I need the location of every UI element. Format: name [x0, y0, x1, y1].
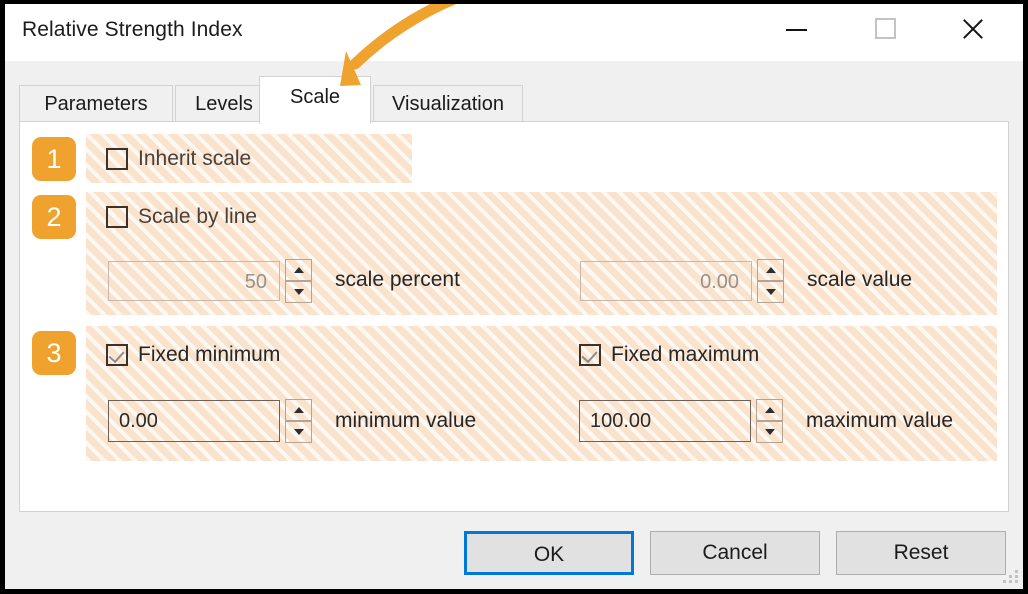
fixed-minimum-label: Fixed minimum: [138, 343, 281, 366]
scale-by-line-label: Scale by line: [138, 205, 258, 228]
step-badge-1: 1: [32, 137, 76, 181]
close-button[interactable]: [948, 4, 1010, 54]
minimum-value-input[interactable]: 0.00: [108, 400, 280, 442]
step-badge-2: 2: [32, 195, 76, 239]
scale-value-spinner[interactable]: [757, 259, 784, 303]
fixed-minimum-checkbox[interactable]: [106, 344, 128, 366]
title-bar: Relative Strength Index: [5, 4, 1023, 61]
scale-percent-input[interactable]: 50: [108, 261, 280, 301]
window-title: Relative Strength Index: [22, 18, 243, 41]
maximize-button[interactable]: [857, 4, 919, 54]
scale-percent-spinner-up[interactable]: [285, 259, 312, 281]
scale-value-spinner-down[interactable]: [757, 281, 784, 303]
step-badge-3: 3: [32, 331, 76, 375]
scale-value-spinner-up[interactable]: [757, 259, 784, 281]
dialog-window: Relative Strength Index Parameters Level…: [5, 4, 1023, 589]
tab-visualization[interactable]: Visualization: [373, 85, 523, 123]
ok-button[interactable]: OK: [464, 531, 634, 575]
maximum-value-spinner-down[interactable]: [756, 421, 783, 443]
inherit-scale-label: Inherit scale: [138, 147, 252, 170]
tab-parameters[interactable]: Parameters: [19, 85, 173, 123]
minimum-value-spinner[interactable]: [285, 399, 312, 443]
tab-scale[interactable]: Scale: [259, 76, 371, 124]
minimum-value-spinner-up[interactable]: [285, 399, 312, 421]
maximum-value-spinner[interactable]: [756, 399, 783, 443]
minimize-button[interactable]: [770, 4, 832, 54]
dialog-body: Parameters Levels Scale Visualization 1 …: [5, 61, 1023, 589]
inherit-scale-checkbox[interactable]: [106, 148, 128, 170]
caret-up-icon: [293, 267, 304, 273]
close-icon: [960, 16, 986, 42]
scale-value-unit-label: scale value: [807, 268, 913, 291]
caret-down-icon: [765, 289, 776, 295]
minimum-value-unit-label: minimum value: [335, 409, 477, 432]
caret-up-icon: [764, 407, 775, 413]
fixed-maximum-checkbox[interactable]: [579, 344, 601, 366]
resize-grip[interactable]: [1003, 570, 1019, 586]
fixed-maximum-label: Fixed maximum: [611, 343, 760, 366]
minimize-icon: [786, 29, 807, 31]
minimum-value-spinner-down[interactable]: [285, 421, 312, 443]
reset-button[interactable]: Reset: [836, 531, 1006, 575]
scale-tab-panel: 1 Inherit scale 2 Scale by line 50 scale…: [19, 121, 1009, 512]
caret-down-icon: [293, 289, 304, 295]
cancel-button[interactable]: Cancel: [650, 531, 820, 575]
maximum-value-spinner-up[interactable]: [756, 399, 783, 421]
maximum-value-input[interactable]: 100.00: [579, 400, 751, 442]
scale-value-input[interactable]: 0.00: [580, 261, 752, 301]
tab-strip: Parameters Levels Scale Visualization: [19, 76, 1009, 124]
scale-percent-spinner-down[interactable]: [285, 281, 312, 303]
scale-percent-spinner[interactable]: [285, 259, 312, 303]
caret-up-icon: [765, 267, 776, 273]
caret-down-icon: [293, 429, 304, 435]
maximum-value-unit-label: maximum value: [806, 409, 954, 432]
scale-percent-unit-label: scale percent: [335, 268, 460, 291]
caret-up-icon: [293, 407, 304, 413]
caret-down-icon: [764, 429, 775, 435]
maximize-icon: [875, 18, 896, 39]
scale-by-line-checkbox[interactable]: [106, 206, 128, 228]
